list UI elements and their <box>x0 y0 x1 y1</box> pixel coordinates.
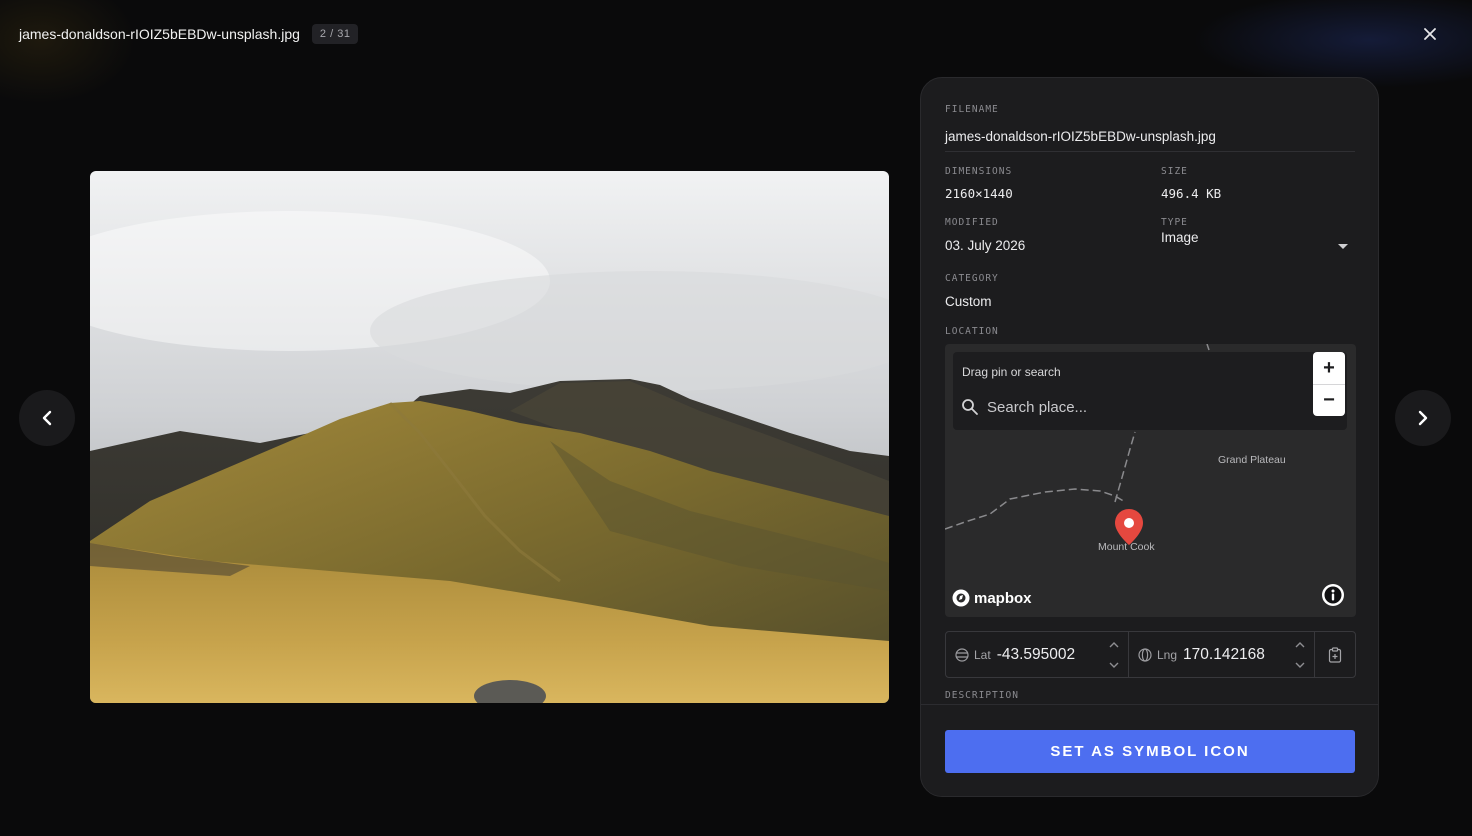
clipboard-icon <box>1328 646 1342 663</box>
map-zoom-control: + − <box>1313 352 1345 416</box>
dimensions-value: 2160×1440 <box>945 186 1013 201</box>
chevron-right-icon <box>1418 410 1428 426</box>
type-select[interactable]: Image <box>1161 230 1199 245</box>
latitude-label: Lat <box>974 647 991 662</box>
map-label-grand-plateau: Grand Plateau <box>1218 454 1286 466</box>
close-icon <box>1424 28 1436 40</box>
latitude-stepper[interactable] <box>1108 641 1120 669</box>
longitude-field: Lng <box>1129 632 1315 677</box>
location-map[interactable]: Drag pin or search + − Grand Plateau Mou… <box>945 344 1356 617</box>
size-label: SIZE <box>1161 166 1188 177</box>
close-button[interactable] <box>1418 22 1442 46</box>
map-search-input[interactable] <box>987 398 1287 416</box>
next-image-button[interactable] <box>1395 390 1451 446</box>
modified-value: 03. July 2026 <box>945 238 1026 253</box>
globe-icon <box>1138 647 1152 662</box>
description-label: DESCRIPTION <box>945 690 1019 701</box>
preview-image <box>90 171 889 703</box>
zoom-out-button[interactable]: − <box>1313 384 1345 416</box>
category-value[interactable]: Custom <box>945 294 992 309</box>
size-value: 496.4 KB <box>1161 186 1222 201</box>
zoom-in-button[interactable]: + <box>1313 352 1345 384</box>
set-as-symbol-icon-button[interactable]: SET AS SYMBOL ICON <box>945 730 1355 773</box>
chevron-up-icon[interactable] <box>1108 641 1120 649</box>
search-icon <box>962 399 978 415</box>
paste-coordinates-button[interactable] <box>1315 632 1355 677</box>
mapbox-wordmark: mapbox <box>974 589 1032 607</box>
map-search-box: Drag pin or search <box>953 352 1347 430</box>
map-search-field[interactable] <box>961 392 1301 422</box>
filename-label: FILENAME <box>945 104 999 115</box>
latitude-input[interactable] <box>996 645 1097 664</box>
modified-label: MODIFIED <box>945 217 999 228</box>
filename-divider <box>945 151 1355 152</box>
coordinates-row: Lat Lng <box>945 631 1356 678</box>
mapbox-mark-icon <box>952 589 970 607</box>
longitude-stepper[interactable] <box>1294 641 1306 669</box>
chevron-up-icon[interactable] <box>1294 641 1306 649</box>
file-title: james-donaldson-rIOIZ5bEBDw-unsplash.jpg <box>19 26 300 42</box>
map-pin-icon[interactable] <box>1114 508 1144 546</box>
type-label: TYPE <box>1161 217 1188 228</box>
chevron-down-icon[interactable] <box>1294 661 1306 669</box>
chevron-left-icon <box>42 410 52 426</box>
previous-image-button[interactable] <box>19 390 75 446</box>
latitude-field: Lat <box>946 632 1129 677</box>
map-hint: Drag pin or search <box>962 365 1061 379</box>
latitude-icon <box>955 647 969 662</box>
category-label: CATEGORY <box>945 273 999 284</box>
mapbox-logo[interactable]: mapbox <box>952 589 1032 607</box>
file-details-panel: FILENAME james-donaldson-rIOIZ5bEBDw-uns… <box>920 77 1379 797</box>
filename-field[interactable]: james-donaldson-rIOIZ5bEBDw-unsplash.jpg <box>945 129 1216 144</box>
caret-down-icon[interactable] <box>1337 243 1349 251</box>
longitude-label: Lng <box>1157 647 1178 662</box>
image-counter-badge: 2 / 31 <box>311 24 359 44</box>
longitude-input[interactable] <box>1183 645 1284 664</box>
chevron-down-icon[interactable] <box>1108 661 1120 669</box>
info-icon[interactable] <box>1322 584 1344 606</box>
location-label: LOCATION <box>945 326 999 337</box>
dimensions-label: DIMENSIONS <box>945 166 1013 177</box>
viewer-header: james-donaldson-rIOIZ5bEBDw-unsplash.jpg… <box>19 22 359 46</box>
